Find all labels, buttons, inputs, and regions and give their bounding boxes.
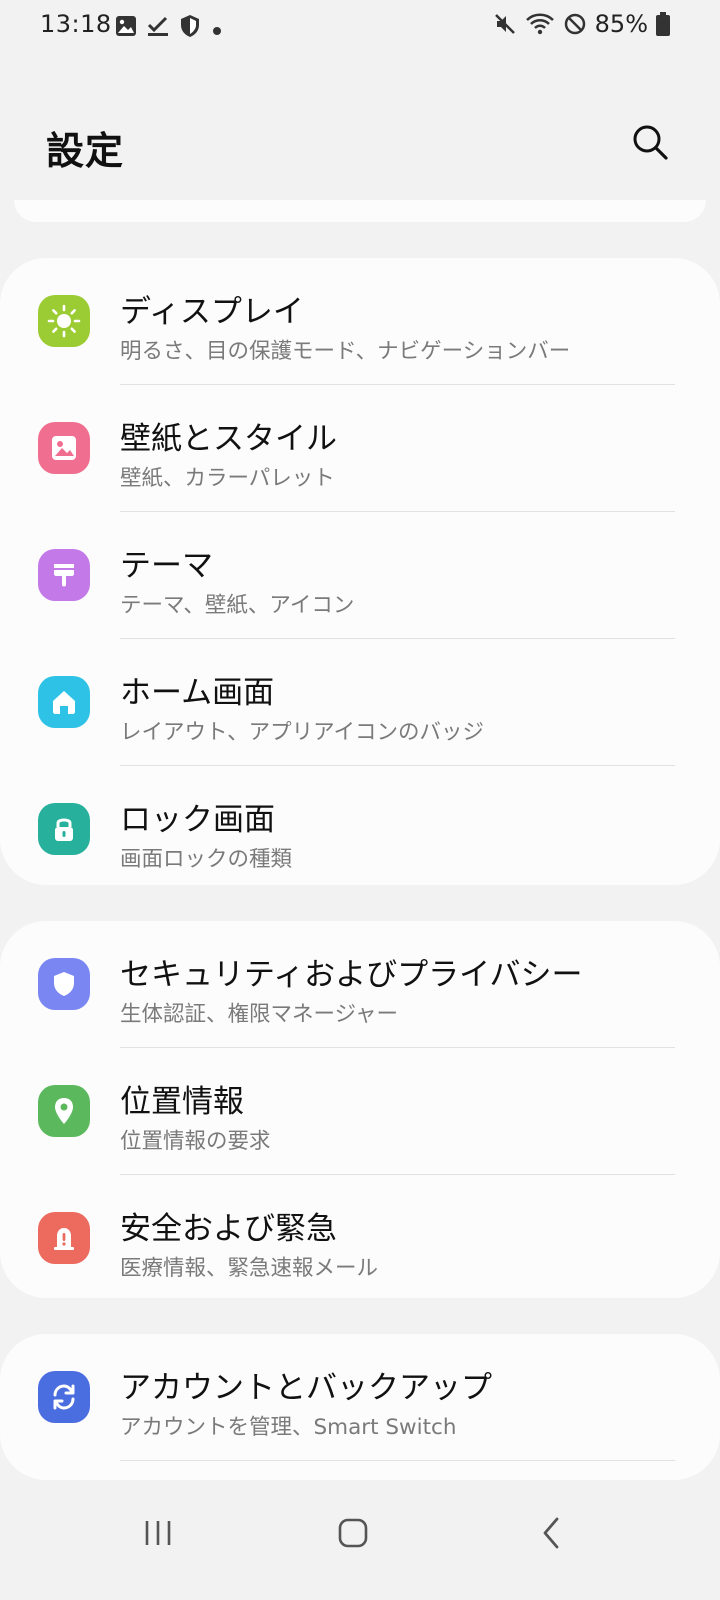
siren-icon [38,1212,90,1264]
settings-group-security: セキュリティおよびプライバシー 生体認証、権限マネージャー 位置情報 位置情報の… [0,921,720,1298]
settings-item-accounts-backup[interactable]: アカウントとバックアップ アカウントを管理、Smart Switch [0,1334,720,1461]
settings-item-location[interactable]: 位置情報 位置情報の要求 [0,1048,720,1175]
item-title: 位置情報 [120,1084,244,1120]
item-title: アカウントとバックアップ [120,1370,492,1406]
settings-item-security-privacy[interactable]: セキュリティおよびプライバシー 生体認証、権限マネージャー [0,921,720,1048]
recents-button[interactable] [118,1505,198,1565]
sync-icon [38,1371,90,1423]
search-icon [631,123,669,165]
status-right-icons: 85% [493,10,670,38]
brush-icon [38,549,90,601]
item-title: 安全および緊急 [120,1211,337,1247]
page-title: 設定 [46,129,125,173]
settings-item-display[interactable]: ディスプレイ 明るさ、目の保護モード、ナビゲーションバー [0,258,720,385]
settings-item-wallpaper[interactable]: 壁紙とスタイル 壁紙、カラーパレット [0,385,720,512]
mute-icon [493,12,517,36]
home-button-icon [336,1516,370,1554]
item-subtitle: テーマ、壁紙、アイコン [120,593,355,618]
shield-icon [38,958,90,1010]
item-subtitle: 壁紙、カラーパレット [120,466,335,491]
item-title: ホーム画面 [120,675,275,711]
home-button[interactable] [313,1505,393,1565]
lock-icon [38,803,90,855]
sun-icon [38,295,90,347]
item-subtitle: 明るさ、目の保護モード、ナビゲーションバー [120,339,571,364]
item-subtitle: 生体認証、権限マネージャー [120,1002,398,1027]
item-title: ロック画面 [120,802,275,838]
task-done-icon [147,15,169,43]
gallery-icon [115,15,137,43]
header: 設定 [0,100,720,190]
item-subtitle: 医療情報、緊急速報メール [120,1256,379,1281]
settings-item-lock-screen[interactable]: ロック画面 画面ロックの種類 [0,766,720,885]
item-subtitle: 位置情報の要求 [120,1129,271,1154]
shield-icon [179,14,201,44]
item-title: ディスプレイ [120,294,304,330]
recents-icon [141,1518,175,1552]
dot-icon [211,15,223,43]
item-subtitle: レイアウト、アプリアイコンのバッジ [120,720,484,745]
no-disturb-icon [563,12,587,36]
item-subtitle: 画面ロックの種類 [120,847,293,872]
image-icon [38,422,90,474]
item-subtitle: アカウントを管理、Smart Switch [120,1415,457,1440]
scrolled-card-edge [14,200,706,222]
settings-item-themes[interactable]: テーマ テーマ、壁紙、アイコン [0,512,720,639]
item-title: 壁紙とスタイル [120,421,337,457]
item-title: テーマ [120,548,213,584]
status-time: 13:18 [40,10,112,38]
search-button[interactable] [626,120,674,168]
settings-item-safety-emergency[interactable]: 安全および緊急 医療情報、緊急速報メール [0,1175,720,1298]
status-bar: 13:18 85% [0,0,720,52]
status-left-icons [115,14,223,44]
battery-icon [656,12,670,36]
location-pin-icon [38,1085,90,1137]
item-title: セキュリティおよびプライバシー [120,957,583,993]
back-button[interactable] [512,1505,592,1565]
wifi-icon [525,12,555,36]
back-icon [537,1516,567,1554]
settings-item-home-screen[interactable]: ホーム画面 レイアウト、アプリアイコンのバッジ [0,639,720,766]
settings-group-accounts: アカウントとバックアップ アカウントを管理、Smart Switch [0,1334,720,1480]
battery-text: 85% [594,10,648,38]
navigation-bar [0,1480,720,1600]
settings-group-display: ディスプレイ 明るさ、目の保護モード、ナビゲーションバー 壁紙とスタイル 壁紙、… [0,258,720,885]
divider [120,1460,675,1461]
home-icon [38,676,90,728]
